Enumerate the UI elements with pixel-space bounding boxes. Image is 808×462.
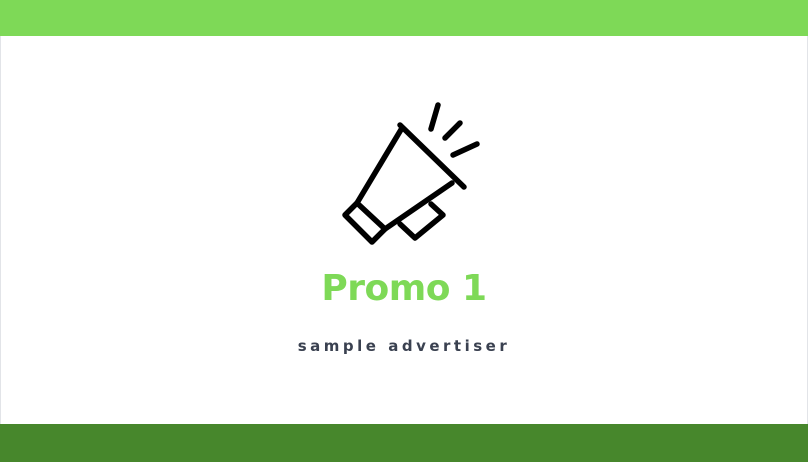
top-accent-bar — [0, 0, 808, 36]
promo-title: Promo 1 — [321, 268, 487, 309]
bottom-accent-bar — [0, 424, 808, 462]
advertiser-name: sample advertiser — [297, 337, 511, 355]
megaphone-icon — [342, 102, 480, 245]
